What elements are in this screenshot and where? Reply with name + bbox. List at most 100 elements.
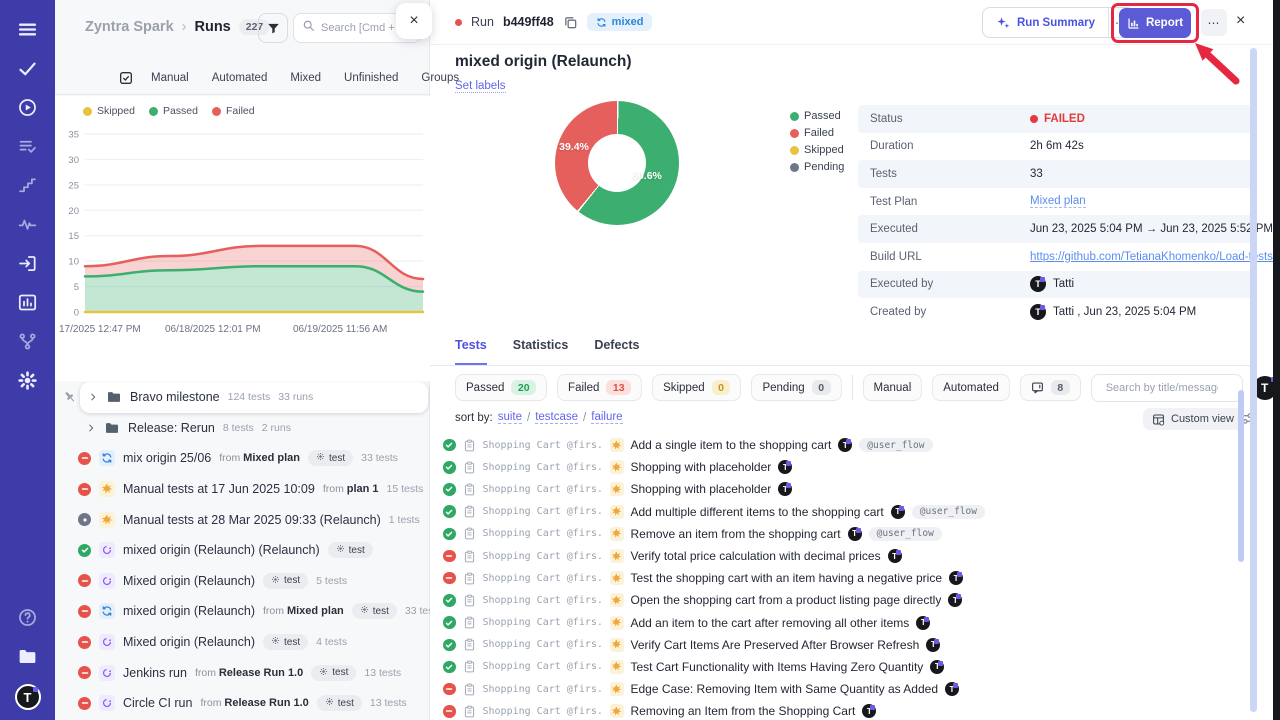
- test-title: Removing an Item from the Shopping Cart: [631, 704, 856, 718]
- filter-chip-skipped[interactable]: Skipped0: [652, 374, 741, 401]
- sidebar-avatar[interactable]: T: [15, 684, 41, 710]
- chevron-right-icon[interactable]: [86, 423, 96, 433]
- panel-close-button[interactable]: ×: [396, 3, 432, 39]
- sort-by-testcase[interactable]: testcase: [535, 411, 578, 424]
- tests-search-input[interactable]: [1106, 382, 1218, 394]
- run-row[interactable]: Manual tests at 17 Jun 2025 10:09from pl…: [55, 474, 430, 505]
- assignee-avatar: T: [949, 571, 963, 585]
- breadcrumb-section[interactable]: Runs: [195, 19, 231, 35]
- run-summary-button[interactable]: Run Summary ⋯: [982, 7, 1135, 38]
- test-row[interactable]: Shopping Cart @firs...Edge Case: Removin…: [430, 678, 1236, 700]
- set-labels-link[interactable]: Set labels: [455, 80, 506, 93]
- failed-dot: [1030, 115, 1038, 123]
- list-check-icon[interactable]: [0, 127, 55, 166]
- runs-tab-automated[interactable]: Automated: [212, 72, 268, 84]
- test-row[interactable]: Shopping Cart @firs...Open the shopping …: [430, 589, 1236, 611]
- run-row[interactable]: mixed origin (Relaunch)from Mixed plante…: [55, 596, 430, 627]
- gear-icon: [271, 575, 280, 587]
- filter-chip-automated[interactable]: Automated: [932, 374, 1010, 401]
- test-row[interactable]: Shopping Cart @firs...Add multiple diffe…: [430, 501, 1236, 523]
- filter-chip-failed[interactable]: Failed13: [557, 374, 642, 401]
- pulse-icon[interactable]: [0, 205, 55, 244]
- detail-topbar: Run b449ff48 mixed Run Summary ⋯ Report: [430, 0, 1274, 45]
- tests-scrollbar[interactable]: [1238, 390, 1244, 562]
- test-row[interactable]: Shopping Cart @firs...Removing an Item f…: [430, 700, 1236, 720]
- test-row[interactable]: Shopping Cart @firs...Verify Cart Items …: [430, 634, 1236, 656]
- test-row[interactable]: Shopping Cart @firs...Remove an item fro…: [430, 523, 1236, 545]
- run-row[interactable]: mix origin 25/06from Mixed plantest33 te…: [55, 443, 430, 474]
- legend-label: Pending: [804, 161, 844, 173]
- burst-icon: [610, 593, 624, 607]
- filter-chip-manual[interactable]: Manual: [863, 374, 923, 401]
- runs-tab-unfinished[interactable]: Unfinished: [344, 72, 398, 84]
- sort-by-suite[interactable]: suite: [498, 411, 522, 424]
- test-plan-link[interactable]: Mixed plan: [1030, 195, 1086, 208]
- tests-search[interactable]: [1091, 374, 1243, 402]
- runs-panel: Zyntra Spark › Runs 227 × ManualAutomate…: [55, 0, 430, 720]
- run-title: mixed origin (Relaunch): [455, 53, 632, 71]
- test-row[interactable]: Shopping Cart @firs...Test the shopping …: [430, 567, 1236, 589]
- copy-icon[interactable]: [563, 15, 578, 30]
- gear-icon[interactable]: [0, 361, 55, 400]
- run-row[interactable]: Mixed origin (Relaunch)test4 tests: [55, 627, 430, 658]
- run-title: Jenkins run: [123, 666, 187, 680]
- chevron-right-icon[interactable]: [88, 392, 98, 402]
- folder-icon[interactable]: [0, 637, 55, 676]
- menu-icon[interactable]: [0, 10, 55, 49]
- sign-in-icon[interactable]: [0, 244, 55, 283]
- info-value: TTatti , Jun 23, 2025 5:04 PM: [1030, 304, 1196, 320]
- chip-count: 0: [812, 380, 831, 395]
- branch-icon[interactable]: [0, 322, 55, 361]
- run-row[interactable]: mixed origin (Relaunch) (Relaunch)test: [55, 535, 430, 566]
- test-row[interactable]: Shopping Cart @firs...Add a single item …: [430, 434, 1236, 456]
- test-row[interactable]: Shopping Cart @firs...Shopping with plac…: [430, 456, 1236, 478]
- run-title: mix origin 25/06: [123, 451, 211, 465]
- help-icon[interactable]: [0, 598, 55, 637]
- test-row[interactable]: Shopping Cart @firs...Add an item to the…: [430, 612, 1236, 634]
- test-row[interactable]: Shopping Cart @firs...Verify total price…: [430, 545, 1236, 567]
- runs-tab-groups[interactable]: Groups: [421, 72, 459, 84]
- run-row[interactable]: Manual tests at 28 Mar 2025 09:33 (Relau…: [55, 504, 430, 535]
- run-row[interactable]: Jenkins runfrom Release Run 1.0test13 te…: [55, 657, 430, 688]
- run-type-badge[interactable]: mixed: [587, 13, 653, 31]
- tab-statistics[interactable]: Statistics: [513, 338, 569, 365]
- play-icon[interactable]: [0, 88, 55, 127]
- build-url-link[interactable]: https://github.com/TetianaKhomenko/Load-…: [1030, 251, 1280, 263]
- filter-chip-pending[interactable]: Pending0: [751, 374, 841, 401]
- comments-filter-chip[interactable]: 8: [1020, 374, 1081, 401]
- assignee-avatar: T: [862, 704, 876, 718]
- clipboard-icon: [463, 439, 476, 452]
- info-label: Executed by: [858, 278, 1030, 290]
- runs-tab-manual[interactable]: Manual: [151, 72, 189, 84]
- x-axis-label: 17/2025 12:47 PM: [59, 324, 141, 335]
- test-row[interactable]: Shopping Cart @firs...Test Cart Function…: [430, 656, 1236, 678]
- breadcrumb-project[interactable]: Zyntra Spark: [85, 19, 174, 35]
- bar-chart-icon[interactable]: [0, 283, 55, 322]
- legend-label: Failed: [226, 105, 255, 117]
- tab-defects[interactable]: Defects: [594, 338, 639, 365]
- filter-button[interactable]: [258, 13, 288, 43]
- custom-view-button[interactable]: Custom view: [1143, 408, 1243, 430]
- select-runs-icon[interactable]: [118, 70, 134, 86]
- runs-tab-mixed[interactable]: Mixed: [290, 72, 321, 84]
- test-title: Shopping with placeholder: [631, 482, 772, 496]
- run-group-row[interactable]: Bravo milestone124 tests33 runs: [80, 382, 428, 413]
- drawer-close-button[interactable]: ×: [1236, 12, 1245, 30]
- info-value: https://github.com/TetianaKhomenko/Load-…: [1030, 251, 1280, 263]
- panel-scrollbar[interactable]: [1250, 48, 1257, 712]
- tab-tests[interactable]: Tests: [455, 338, 487, 365]
- test-chip: test: [263, 573, 308, 589]
- run-row[interactable]: Mixed origin (Relaunch)test5 tests: [55, 566, 430, 597]
- sort-by-failure[interactable]: failure: [591, 411, 622, 424]
- report-button[interactable]: Report: [1119, 8, 1191, 38]
- steps-icon[interactable]: [0, 166, 55, 205]
- runs-search-input[interactable]: [321, 22, 406, 34]
- run-group-row[interactable]: Release: Rerun8 tests2 runs: [55, 413, 430, 444]
- run-row[interactable]: Circle CI runfrom Release Run 1.0test13 …: [55, 688, 430, 719]
- run-meta: 124 tests: [228, 391, 271, 403]
- filter-chip-passed[interactable]: Passed20: [455, 374, 547, 401]
- legend-dot: [149, 107, 158, 116]
- more-actions-button[interactable]: ⋯: [1201, 9, 1227, 36]
- check-icon[interactable]: [0, 49, 55, 88]
- test-row[interactable]: Shopping Cart @firs...Shopping with plac…: [430, 478, 1236, 500]
